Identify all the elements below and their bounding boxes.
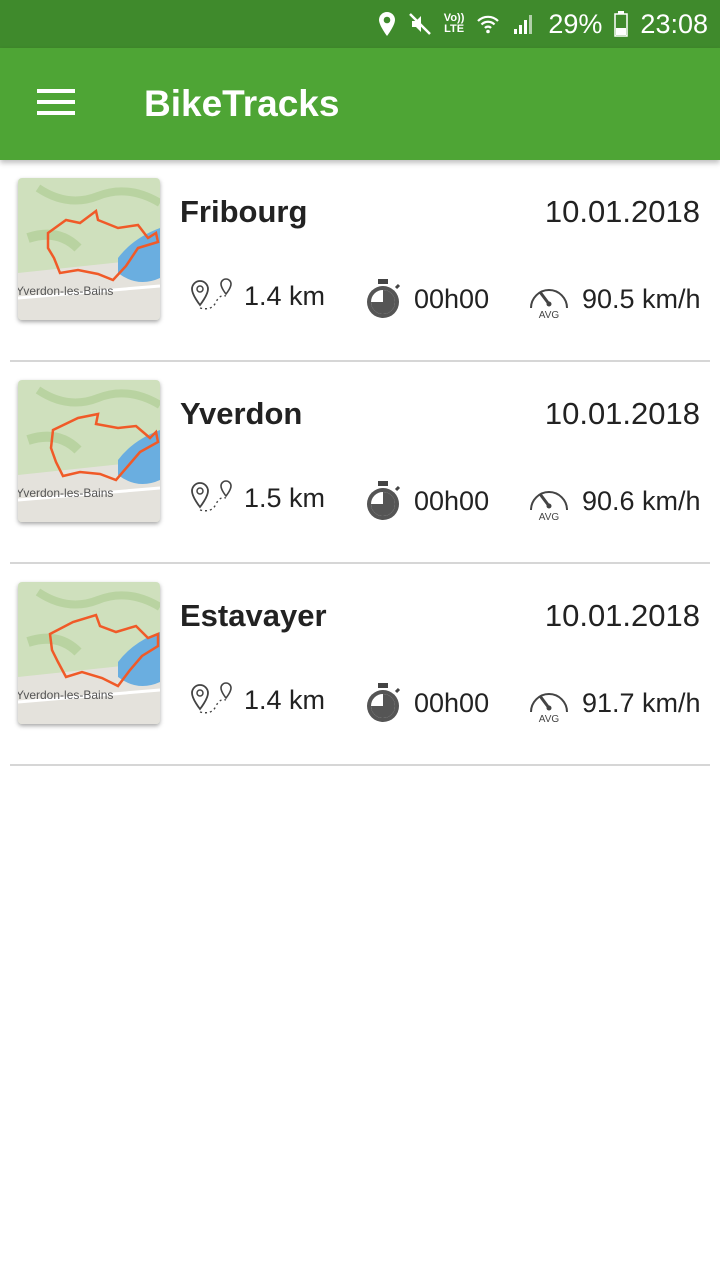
track-row[interactable]: Yverdon-les-Bains Yverdon 10.01.2018 1.5…	[0, 362, 720, 564]
duration-stat: 00h00	[362, 480, 489, 522]
mute-icon	[408, 12, 432, 36]
track-map-thumbnail: Yverdon-les-Bains	[18, 178, 160, 320]
track-map-thumbnail: Yverdon-les-Bains	[18, 380, 160, 522]
avg-speed-value: 90.5 km/h	[582, 283, 701, 314]
app-bar: BikeTracks	[0, 48, 720, 160]
track-date: 10.01.2018	[544, 194, 700, 229]
hamburger-menu-icon	[37, 88, 75, 121]
distance-value: 1.4 km	[244, 684, 326, 715]
track-row[interactable]: Yverdon-les-Bains Fribourg 10.01.2018 1.…	[0, 160, 720, 362]
duration-value: 00h00	[414, 485, 490, 516]
track-list: Yverdon-les-Bains Fribourg 10.01.2018 1.…	[0, 160, 720, 766]
distance-stat: 1.5 km	[188, 480, 325, 516]
volte-lte-indicator: Vo)) LTE	[444, 13, 465, 35]
avg-speed-value: 91.7 km/h	[582, 687, 701, 718]
distance-value: 1.4 km	[244, 280, 326, 311]
avg-speed-stat: AVG 90.5 km/h	[526, 278, 701, 320]
location-icon	[378, 11, 396, 37]
distance-stat: 1.4 km	[188, 278, 325, 314]
map-place-label: Yverdon-les-Bains	[18, 284, 113, 298]
wifi-icon	[476, 12, 500, 36]
track-name: Fribourg	[180, 194, 308, 229]
row-divider	[10, 764, 710, 766]
speedometer-avg-icon: AVG	[526, 278, 572, 320]
track-name: Yverdon	[180, 396, 303, 431]
speedometer-avg-icon: AVG	[526, 480, 572, 522]
signal-icon	[512, 12, 536, 36]
distance-stat: 1.4 km	[188, 682, 325, 718]
duration-stat: 00h00	[362, 278, 489, 320]
stopwatch-icon	[362, 682, 404, 724]
track-date: 10.01.2018	[544, 396, 700, 431]
route-pins-icon	[188, 278, 234, 314]
menu-button[interactable]	[0, 48, 112, 160]
stopwatch-icon	[362, 480, 404, 522]
route-pins-icon	[188, 682, 234, 718]
avg-speed-stat: AVG 90.6 km/h	[526, 480, 701, 522]
route-pins-icon	[188, 480, 234, 516]
track-map-thumbnail: Yverdon-les-Bains	[18, 582, 160, 724]
status-bar: Vo)) LTE 29% 23:08	[0, 0, 720, 48]
lte-label: LTE	[444, 23, 465, 35]
clock: 23:08	[640, 8, 708, 39]
duration-stat: 00h00	[362, 682, 489, 724]
distance-value: 1.5 km	[244, 482, 326, 513]
avg-label: AVG	[539, 512, 560, 522]
battery-percent: 29%	[548, 8, 603, 39]
duration-value: 00h00	[414, 687, 490, 718]
map-place-label: Yverdon-les-Bains	[18, 486, 113, 500]
stopwatch-icon	[362, 278, 404, 320]
speedometer-avg-icon: AVG	[526, 682, 572, 724]
avg-speed-stat: AVG 91.7 km/h	[526, 682, 701, 724]
battery-icon	[614, 11, 629, 37]
avg-speed-value: 90.6 km/h	[582, 485, 701, 516]
avg-label: AVG	[539, 310, 560, 320]
avg-label: AVG	[539, 714, 560, 724]
app-title: BikeTracks	[144, 83, 340, 124]
duration-value: 00h00	[414, 283, 490, 314]
track-date: 10.01.2018	[544, 598, 700, 633]
track-row[interactable]: Yverdon-les-Bains Estavayer 10.01.2018 1…	[0, 564, 720, 766]
map-place-label: Yverdon-les-Bains	[18, 688, 113, 702]
track-name: Estavayer	[180, 598, 327, 633]
